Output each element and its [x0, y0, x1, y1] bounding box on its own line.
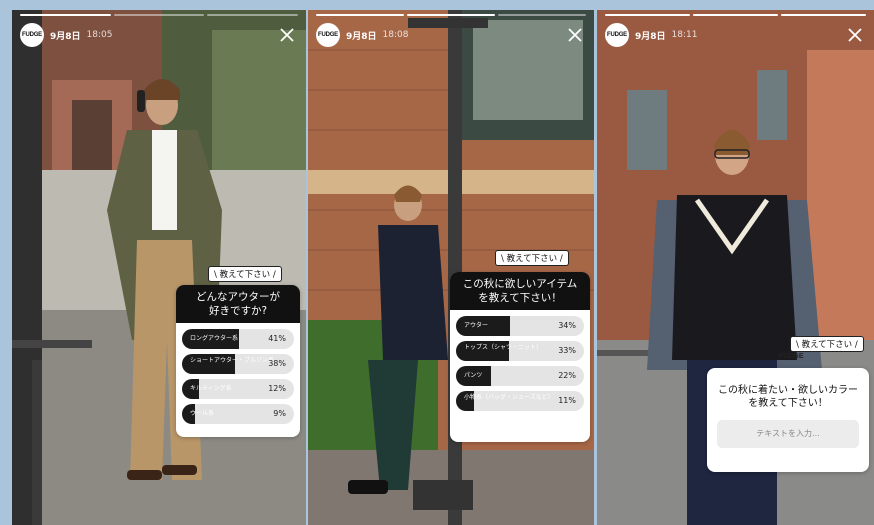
- progress-segment: [316, 14, 404, 16]
- quiz-option-label: ロングアウター系: [190, 335, 239, 342]
- ask-tag: \ 教えて下さい /: [495, 250, 569, 266]
- quiz-option-label: 小物系（バッグ・シューズなど）: [464, 394, 554, 401]
- ask-tag: \ 教えて下さい /: [790, 336, 864, 352]
- quiz-sticker[interactable]: どんなアウターが 好きですか? ロングアウター系 41% ショートアウター・ブルゾン…: [176, 285, 300, 437]
- quiz-option-percent: 38%: [268, 359, 286, 368]
- progress-segment: [781, 14, 866, 16]
- story-header: FUDGE 9月8日 18:08: [316, 22, 586, 48]
- quiz-option[interactable]: ショートアウター・ブルゾン系 38%: [182, 354, 294, 374]
- avatar[interactable]: FUDGE: [20, 23, 44, 47]
- quiz-question: どんなアウターが 好きですか?: [176, 285, 300, 323]
- quiz-option-label: キルティング系: [190, 385, 232, 392]
- close-icon[interactable]: [844, 24, 866, 46]
- story-date: 9月8日: [50, 31, 81, 42]
- quiz-option-label: パンツ: [464, 372, 483, 379]
- close-icon[interactable]: [276, 24, 298, 46]
- progress-segment: [498, 14, 586, 16]
- quiz-option[interactable]: アウター 34%: [456, 316, 584, 336]
- quiz-option-label: トップス（シャツ・ニット）: [464, 344, 543, 351]
- quiz-options: アウター 34% トップス（シャツ・ニット） 33% パンツ 22% 小物系（バッグ・シュー…: [450, 310, 590, 420]
- story-header: FUDGE 9月8日 18:11: [605, 22, 866, 48]
- story-photo-2: [308, 10, 594, 525]
- ask-tag: \ 教えて下さい /: [208, 266, 282, 282]
- quiz-option-percent: 33%: [558, 346, 576, 355]
- story-header: FUDGE 9月8日 18:05: [20, 22, 298, 48]
- progress-segment: [693, 14, 778, 16]
- quiz-sticker[interactable]: この秋に欲しいアイテム を教えて下さい！ アウター 34% トップス（シャツ・ニット…: [450, 272, 590, 442]
- story-date: 9月8日: [346, 31, 377, 42]
- brand-logo: FUDGE: [779, 353, 804, 360]
- answer-input[interactable]: テキストを入力...: [717, 420, 859, 448]
- quiz-option-percent: 41%: [268, 334, 286, 343]
- progress-segment: [605, 14, 690, 16]
- story-panel-2: FUDGE 9月8日 18:08 \ 教えて下さい / この秋に欲しいアイテム …: [308, 10, 594, 525]
- quiz-options: ロングアウター系 41% ショートアウター・ブルゾン系 38% キルティング系 12% ウー…: [176, 323, 300, 433]
- story-time: 18:08: [382, 30, 409, 40]
- question-text: この秋に着たい・欲しいカラー を教えて下さい！: [718, 385, 858, 409]
- quiz-option[interactable]: 小物系（バッグ・シューズなど） 11%: [456, 391, 584, 411]
- quiz-option-percent: 22%: [558, 371, 576, 380]
- story-progress: [605, 14, 866, 16]
- avatar[interactable]: FUDGE: [605, 23, 629, 47]
- progress-segment: [20, 14, 111, 16]
- story-progress: [316, 14, 586, 16]
- quiz-option-percent: 34%: [558, 321, 576, 330]
- quiz-option[interactable]: パンツ 22%: [456, 366, 584, 386]
- story-panel-3: FUDGE 9月8日 18:11 \ 教えて下さい / FUDGE この秋に着た…: [597, 10, 874, 525]
- quiz-option[interactable]: ウール系 9%: [182, 404, 294, 424]
- story-time: 18:11: [671, 30, 698, 40]
- story-time: 18:05: [86, 30, 113, 40]
- quiz-option[interactable]: キルティング系 12%: [182, 379, 294, 399]
- story-panel-1: FUDGE 9月8日 18:05 \ 教えて下さい / どんなアウターが 好きで…: [12, 10, 306, 525]
- quiz-question: この秋に欲しいアイテム を教えて下さい！: [450, 272, 590, 310]
- story-date: 9月8日: [635, 31, 666, 42]
- avatar[interactable]: FUDGE: [316, 23, 340, 47]
- progress-segment: [207, 14, 299, 16]
- quiz-option-label: ウール系: [190, 410, 215, 417]
- quiz-option-percent: 9%: [273, 409, 286, 418]
- progress-segment: [113, 14, 205, 16]
- quiz-option[interactable]: ロングアウター系 41%: [182, 329, 294, 349]
- progress-segment: [407, 14, 495, 16]
- question-sticker[interactable]: この秋に着たい・欲しいカラー を教えて下さい！ テキストを入力...: [707, 368, 869, 472]
- quiz-option-percent: 11%: [558, 396, 576, 405]
- quiz-option[interactable]: トップス（シャツ・ニット） 33%: [456, 341, 584, 361]
- quiz-option-percent: 12%: [268, 384, 286, 393]
- close-icon[interactable]: [564, 24, 586, 46]
- quiz-option-label: アウター: [464, 322, 489, 329]
- story-progress: [20, 14, 299, 16]
